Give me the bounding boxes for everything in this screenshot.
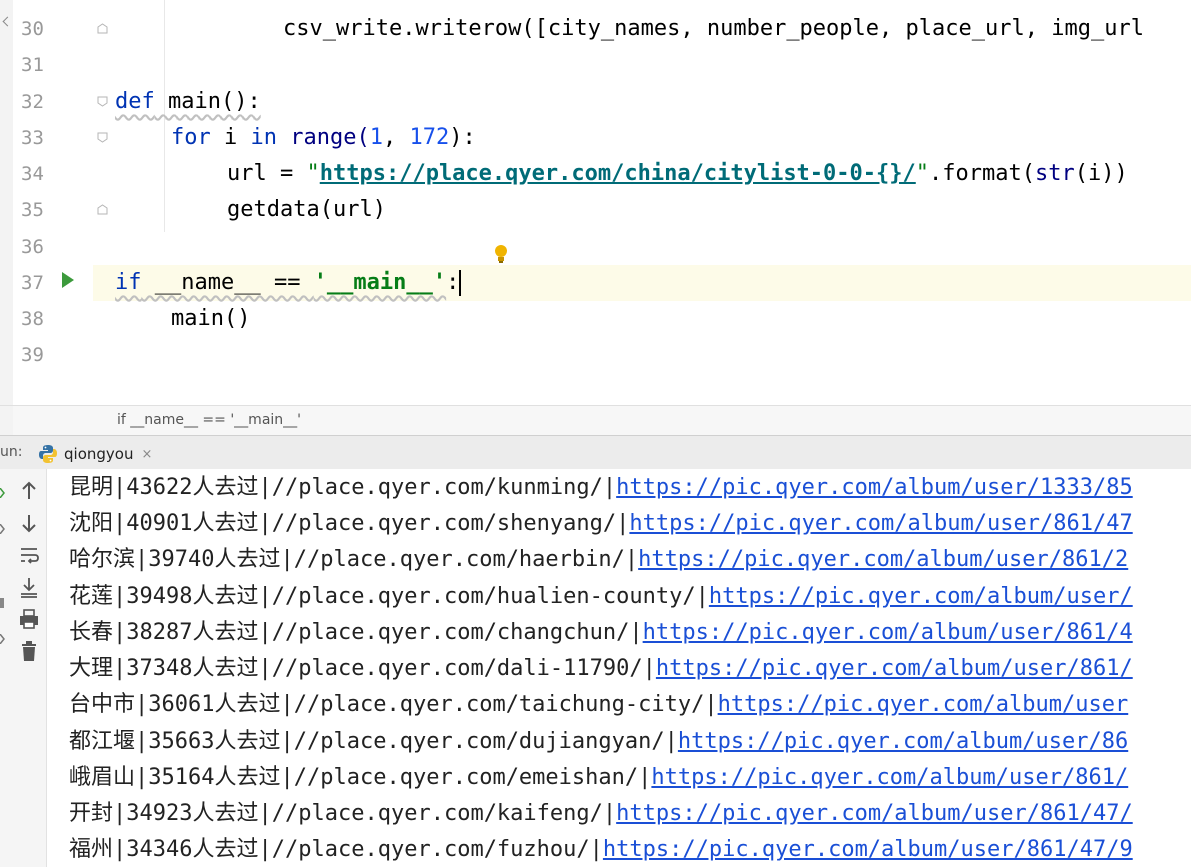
code-line-32: def main(): [115, 89, 261, 114]
console-row: 长春|38287人去过|//place.qyer.com/changchun/|… [69, 620, 1133, 645]
code-line-38: main() [171, 306, 251, 331]
fold-end-icon[interactable] [97, 204, 108, 215]
fold-start-icon[interactable] [97, 132, 108, 143]
console-link[interactable]: https://pic.qyer.com/album/user/861/2 [638, 547, 1128, 572]
line-number: 37 [21, 272, 44, 294]
collapse-chevron-icon [2, 16, 13, 27]
line-number: 32 [21, 91, 44, 113]
down-arrow-icon[interactable] [16, 510, 42, 536]
console-link[interactable]: https://pic.qyer.com/album/user/861/ [656, 656, 1133, 681]
line-number: 36 [21, 236, 44, 258]
run-gutter-icon[interactable] [62, 272, 74, 288]
print-icon[interactable] [16, 606, 42, 632]
console-row: 都江堰|35663人去过|//place.qyer.com/dujiangyan… [69, 729, 1129, 754]
soft-wrap-icon[interactable] [16, 542, 42, 568]
close-tab-icon[interactable]: × [141, 447, 152, 462]
code-line-33: for i in range(1, 172): [171, 125, 476, 150]
edge-icon [0, 519, 5, 535]
fold-start-icon[interactable] [97, 96, 108, 107]
fold-end-icon[interactable] [97, 23, 108, 34]
console-row: 花莲|39498人去过|//place.qyer.com/hualien-cou… [69, 584, 1133, 609]
breadcrumb-bar: if __name__ == '__main__' [0, 405, 1191, 436]
python-icon [39, 445, 57, 463]
code-line-35: getdata(url) [227, 197, 386, 222]
console-link[interactable]: https://pic.qyer.com/album/user [718, 692, 1129, 717]
console-row: 开封|34923人去过|//place.qyer.com/kaifeng/|ht… [69, 801, 1133, 826]
line-number: 39 [21, 344, 44, 366]
scroll-to-end-icon[interactable] [16, 574, 42, 600]
console-link[interactable]: https://pic.qyer.com/album/user/861/47 [629, 511, 1132, 536]
edge-icon [0, 593, 5, 608]
line-number: 34 [21, 163, 44, 185]
console-row: 峨眉山|35164人去过|//place.qyer.com/emeishan/|… [69, 765, 1129, 790]
console-row: 哈尔滨|39740人去过|//place.qyer.com/haerbin/|h… [69, 547, 1129, 572]
console-link[interactable]: https://pic.qyer.com/album/user/861/4 [643, 620, 1133, 645]
line-number: 33 [21, 127, 44, 149]
edge-icon [0, 483, 5, 499]
console-row: 昆明|43622人去过|//place.qyer.com/kunming/|ht… [69, 475, 1133, 500]
run-toolbar [0, 469, 47, 867]
console-row: 台中市|36061人去过|//place.qyer.com/taichung-c… [69, 692, 1129, 717]
text-caret [459, 270, 462, 296]
breadcrumb[interactable]: if __name__ == '__main__' [117, 412, 301, 428]
line-number-gutter: 30 31 32 33 34 35 36 37 38 39 [13, 0, 93, 405]
code-line-30: csv_write.writerow([city_names, number_p… [283, 16, 1144, 41]
line-number: 31 [21, 54, 44, 76]
edge-icon [0, 629, 5, 645]
code-line-34: url = "https://place.qyer.com/china/city… [227, 161, 1128, 186]
line-number: 30 [21, 18, 44, 40]
run-console[interactable]: 昆明|43622人去过|//place.qyer.com/kunming/|ht… [47, 469, 1191, 867]
run-tool-window-header: un: qiongyou × [0, 435, 1191, 470]
console-row: 大理|37348人去过|//place.qyer.com/dali-11790/… [69, 656, 1133, 681]
run-tab-label: qiongyou [64, 445, 134, 463]
editor-left-strip [0, 0, 14, 405]
trash-icon[interactable] [16, 638, 42, 664]
console-link[interactable]: https://pic.qyer.com/album/user/861/47/ [616, 801, 1133, 826]
line-number: 38 [21, 308, 44, 330]
console-link[interactable]: https://pic.qyer.com/album/user/1333/85 [616, 475, 1133, 500]
console-link[interactable]: https://pic.qyer.com/album/user/861/ [651, 765, 1128, 790]
up-arrow-icon[interactable] [16, 478, 42, 504]
console-row: 沈阳|40901人去过|//place.qyer.com/shenyang/|h… [69, 511, 1133, 536]
console-link[interactable]: https://pic.qyer.com/album/user/86 [678, 729, 1128, 754]
console-link[interactable]: https://pic.qyer.com/album/user/ [709, 584, 1133, 609]
line-number: 35 [21, 199, 44, 221]
run-tab-qiongyou[interactable]: qiongyou × [38, 440, 162, 468]
code-line-37: if __name__ == '__main__': [115, 270, 462, 296]
console-row: 福州|34346人去过|//place.qyer.com/fuzhou/|htt… [69, 837, 1133, 862]
code-editor[interactable]: 30 31 32 33 34 35 36 37 38 39 csv_write.… [0, 0, 1191, 405]
lightbulb-icon[interactable] [494, 244, 508, 264]
run-label: un: [0, 444, 23, 460]
console-link[interactable]: https://pic.qyer.com/album/user/861/47/9 [603, 837, 1133, 862]
